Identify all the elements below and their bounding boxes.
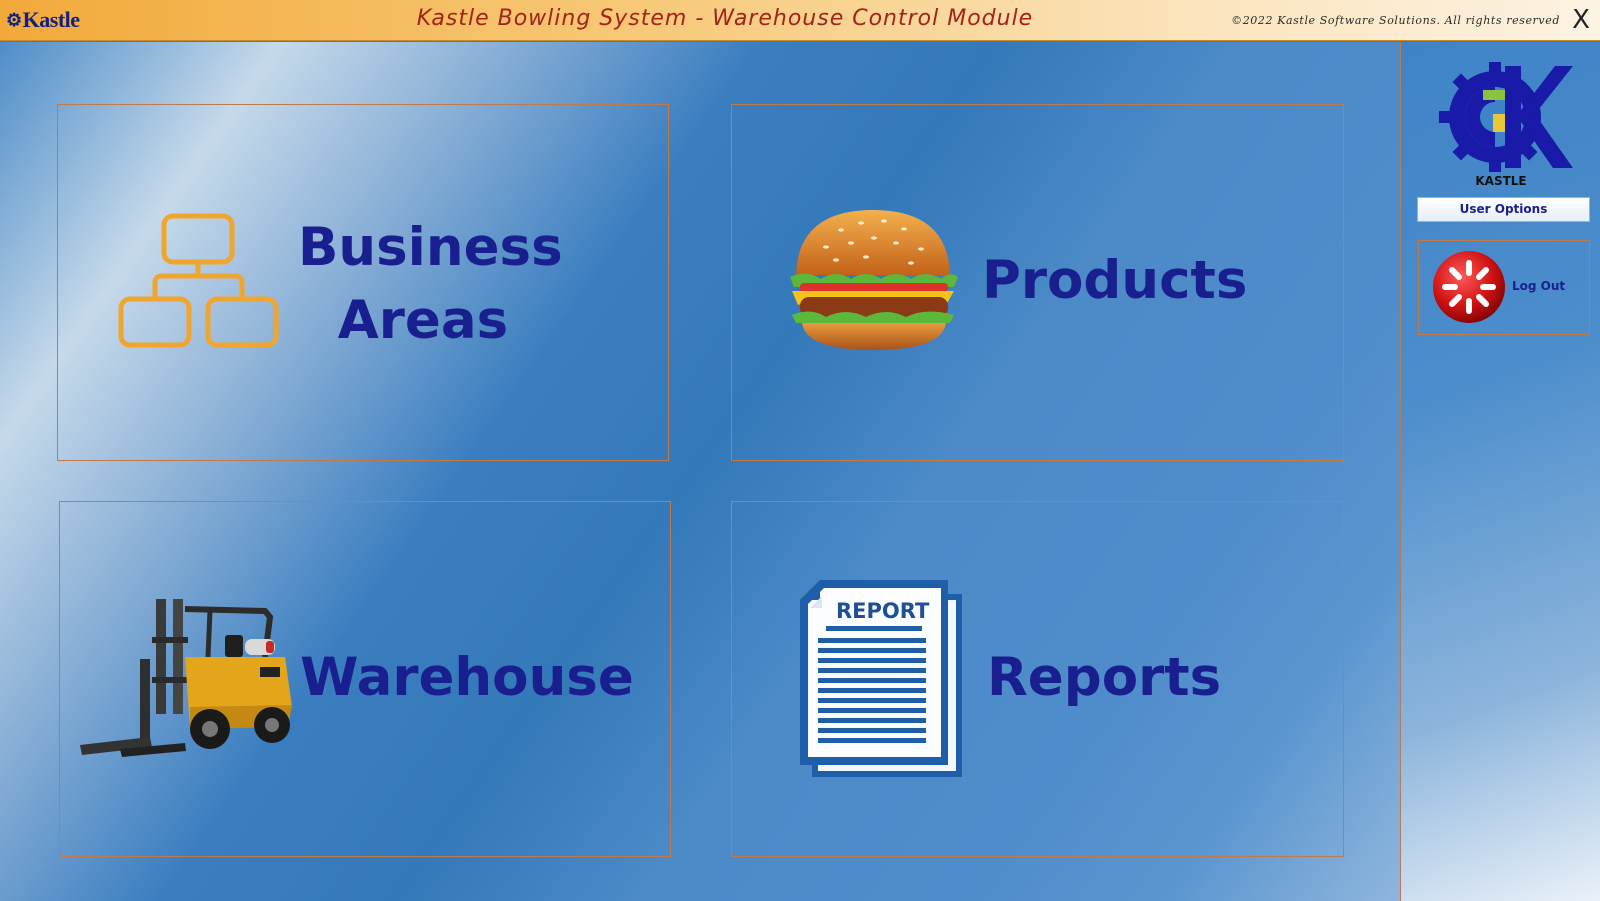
logo-caption: KASTLE (1475, 174, 1527, 188)
logout-button[interactable]: Log Out (1418, 240, 1590, 335)
kastle-logo (1439, 62, 1573, 172)
reports-label: Reports (987, 647, 1222, 708)
hamburger-icon (790, 210, 958, 350)
user-options-button[interactable]: User Options (1417, 197, 1590, 222)
sidebar: KASTLE User Options Log Out (1400, 42, 1600, 901)
logout-label: Log Out (1512, 279, 1566, 293)
close-button[interactable]: X (1568, 4, 1594, 36)
title-bar: ⚙ Kastle Kastle Bowling System - Warehous… (0, 0, 1600, 41)
warehouse-label: Warehouse (300, 647, 634, 708)
warehouse-button[interactable]: Warehouse (59, 501, 671, 857)
products-label: Products (982, 250, 1248, 311)
report-document-icon: REPORT (800, 580, 962, 777)
copyright-text: ©2022 Kastle Software Solutions. All rig… (1231, 14, 1560, 27)
gear-icon: ⚙ (6, 9, 22, 30)
brand-name: Kastle (22, 7, 80, 32)
power-icon (1433, 251, 1505, 323)
business-areas-label-line1: Business (298, 217, 563, 278)
report-heading: REPORT (836, 599, 930, 623)
main-area: Business Areas Products Warehouse REPORT… (0, 42, 1400, 901)
products-button[interactable]: Products (731, 104, 1344, 461)
window-title: Kastle Bowling System - Warehouse Contro… (416, 6, 1034, 31)
business-areas-label-line2: Areas (337, 290, 509, 351)
brand-logo: ⚙ Kastle (6, 7, 80, 33)
org-chart-icon (118, 213, 279, 348)
forklift-icon (80, 599, 292, 757)
business-areas-button[interactable]: Business Areas (57, 104, 669, 461)
reports-button[interactable]: REPORT Reports (731, 501, 1344, 857)
